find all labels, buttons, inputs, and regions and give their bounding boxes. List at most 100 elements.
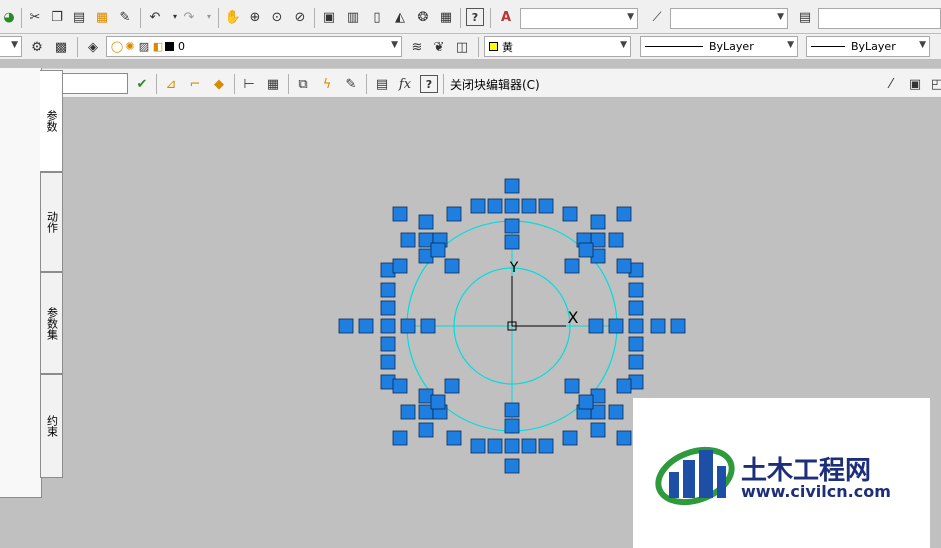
zoom-window-icon[interactable]: ⊙ — [268, 8, 286, 26]
close-window-icon[interactable]: ◰ — [928, 75, 941, 93]
toolbar-separator — [156, 74, 157, 94]
grip-point — [400, 232, 416, 248]
toolbar-separator — [77, 37, 78, 57]
grip-point — [487, 438, 503, 454]
authoring-palette-icon[interactable]: ▤ — [373, 75, 391, 93]
chevron-down-icon: ▼ — [11, 40, 18, 50]
palette-tab-label: 参数集 — [45, 306, 59, 340]
grip-point — [562, 206, 578, 222]
linetype-value: ByLayer — [709, 40, 754, 53]
chevron-down-icon: ▼ — [620, 40, 627, 50]
grip-point — [504, 438, 520, 454]
lineweight-preview — [811, 46, 845, 47]
palette-tab-parameter-sets[interactable]: 参数集 — [40, 272, 63, 374]
help-icon[interactable]: ? — [420, 75, 438, 93]
lightning-action-icon[interactable]: ϟ — [318, 75, 336, 93]
grip-point — [504, 418, 520, 434]
grip-point — [670, 318, 686, 334]
save-block-icon[interactable]: ✔ — [133, 75, 151, 93]
visibility-icon[interactable]: ◆ — [210, 75, 228, 93]
grip-point — [521, 198, 537, 214]
design-center-icon[interactable]: ▥ — [344, 8, 362, 26]
paste-icon[interactable]: ▤ — [70, 8, 88, 26]
layer-combo[interactable]: ◯ ✺ ▨ ◧ 0 ▼ — [106, 36, 402, 57]
pan-icon[interactable]: ✋ — [224, 8, 242, 26]
grip-point — [470, 438, 486, 454]
help-icon[interactable]: ? — [466, 8, 484, 26]
dim-style-combo[interactable]: ▼ — [670, 8, 788, 29]
grip-point — [578, 394, 594, 410]
grip-point — [392, 206, 408, 222]
toolbar-separator — [366, 74, 367, 94]
layer-settings-icon[interactable]: ⚙ — [28, 38, 46, 56]
sheet-set-icon[interactable]: ◭ — [391, 8, 409, 26]
grip-point — [380, 282, 396, 298]
grip-point — [504, 178, 520, 194]
copy-icon[interactable]: ❐ — [48, 8, 66, 26]
grip-point — [470, 198, 486, 214]
grip-point — [446, 206, 462, 222]
palette-tab-actions[interactable]: 动作 — [40, 172, 63, 272]
make-current-layer-icon[interactable]: ≋ — [408, 38, 426, 56]
grip-point — [538, 198, 554, 214]
undo-icon[interactable]: ↶ — [146, 8, 164, 26]
grip-point — [521, 438, 537, 454]
toolbar-separator — [140, 8, 141, 28]
markup-icon[interactable]: ❂ — [414, 8, 432, 26]
lineweight-combo[interactable]: ByLayer ▼ — [806, 36, 930, 57]
grip-point — [504, 402, 520, 418]
properties-icon[interactable]: ▣ — [320, 8, 338, 26]
grip-point — [608, 318, 624, 334]
table-style-combo[interactable] — [818, 8, 941, 29]
block-authoring-icon[interactable]: ⊿ — [162, 75, 180, 93]
text-style-combo[interactable]: ▼ — [520, 8, 638, 29]
attribute-tag-icon[interactable]: ✎ — [342, 75, 360, 93]
palette-tab-label: 参数 — [45, 110, 58, 132]
toolbar-separator — [288, 74, 289, 94]
grip-point — [380, 318, 396, 334]
redo-icon[interactable]: ↷ — [180, 8, 198, 26]
grip-point — [608, 232, 624, 248]
grip-point — [400, 318, 416, 334]
zoom-realtime-icon[interactable]: ⊕ — [246, 8, 264, 26]
grip-point — [358, 318, 374, 334]
function-fx-icon[interactable]: fx — [396, 75, 414, 93]
tool-palettes-icon[interactable]: ▯ — [368, 8, 386, 26]
layer-match-icon[interactable]: ❦ — [430, 38, 448, 56]
layer-manager-icon[interactable]: ◈ — [84, 38, 102, 56]
define-attribute-icon[interactable]: ⌐ — [186, 75, 204, 93]
toolbar-separator — [314, 8, 315, 28]
grip-point — [628, 318, 644, 334]
parameter-icon[interactable]: ⧉ — [294, 75, 312, 93]
watermark-url: www.civilcn.com — [741, 482, 891, 501]
layer-state-combo[interactable]: ▼ — [0, 36, 22, 57]
grip-point — [504, 198, 520, 214]
grip-point — [588, 318, 604, 334]
chevron-down-icon: ▼ — [627, 12, 634, 22]
layer-previous-icon[interactable]: ▩ — [52, 38, 70, 56]
linetype-combo[interactable]: ByLayer ▼ — [640, 36, 798, 57]
match-properties-icon[interactable]: ▦ — [93, 8, 111, 26]
cut-icon[interactable]: ✂ — [26, 8, 44, 26]
color-combo[interactable]: 黄 ▼ — [484, 36, 631, 57]
linetype-preview — [645, 46, 703, 47]
calculator-icon[interactable]: ▦ — [437, 8, 455, 26]
chevron-down-icon: ▼ — [919, 40, 926, 50]
chevron-down-icon: ▼ — [787, 40, 794, 50]
block-test-icon[interactable]: ▣ — [906, 75, 924, 93]
palette-tab-parameters[interactable]: 参数 — [40, 70, 63, 172]
zoom-previous-icon[interactable]: ⊘ — [291, 8, 309, 26]
brush-icon[interactable]: ✎ — [116, 8, 134, 26]
toggle-constraint-icon[interactable]: ⁄ — [882, 75, 900, 93]
palette-tab-constraints[interactable]: 约束 — [40, 374, 63, 478]
grip-point — [628, 300, 644, 316]
block-table-icon[interactable]: ▦ — [264, 75, 282, 93]
redo-dropdown-icon[interactable]: ▾ — [200, 8, 218, 26]
dimension-constraint-icon[interactable]: ⊢ — [240, 75, 258, 93]
toolbar-separator — [234, 74, 235, 94]
globe-icon[interactable]: ◕ — [0, 8, 18, 26]
grip-point — [420, 318, 436, 334]
layer-previous-state-icon[interactable]: ◫ — [453, 38, 471, 56]
close-block-editor-button[interactable]: 关闭块编辑器(C) — [450, 76, 540, 93]
grip-point — [562, 430, 578, 446]
